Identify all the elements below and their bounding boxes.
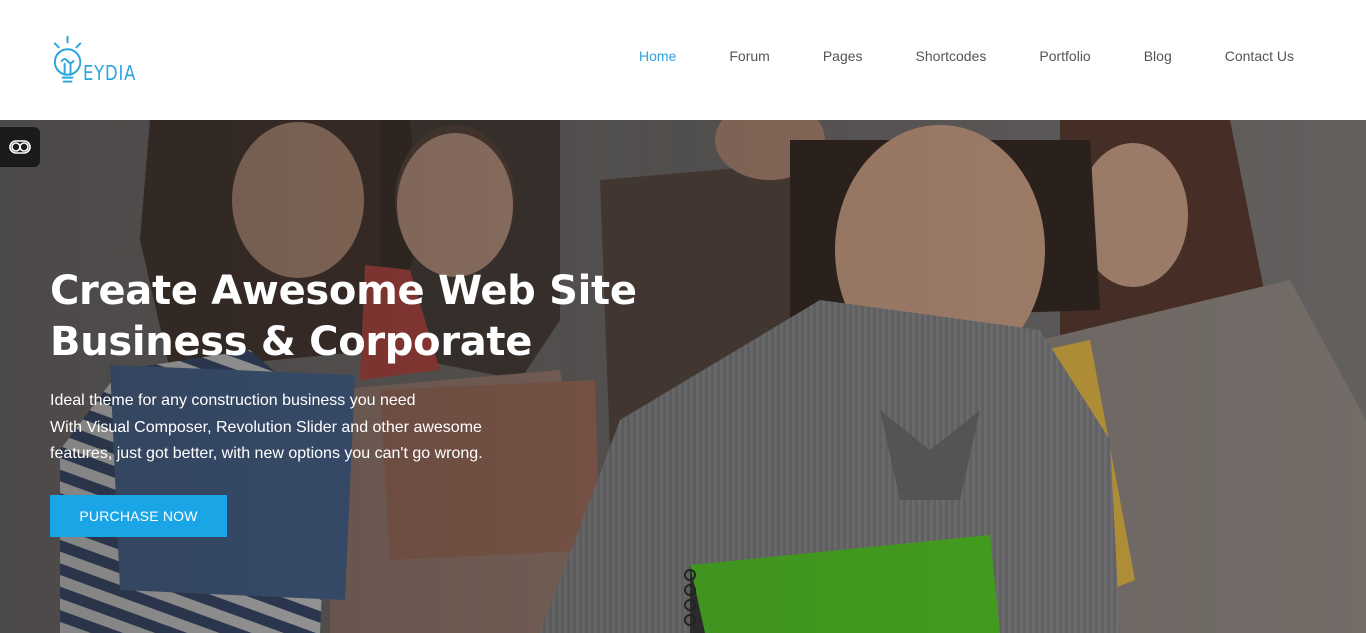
hero-description: Ideal theme for any construction busines… — [50, 388, 637, 468]
hero-content: Create Awesome Web Site Business & Corpo… — [50, 266, 637, 537]
nav-home[interactable]: Home — [639, 48, 676, 64]
hero-title: Create Awesome Web Site Business & Corpo… — [50, 266, 637, 368]
nav-forum[interactable]: Forum — [729, 48, 769, 64]
nav-contact-us[interactable]: Contact Us — [1225, 48, 1294, 64]
nav-shortcodes[interactable]: Shortcodes — [916, 48, 987, 64]
hero-desc-line-2: With Visual Composer, Revolution Slider … — [50, 418, 482, 436]
main-nav: Home Forum Pages Shortcodes Portfolio Bl… — [586, 48, 1294, 64]
site-header: EYDIA Home Forum Pages Shortcodes Portfo… — [0, 0, 1366, 120]
hero-desc-line-3: features, just got better, with new opti… — [50, 445, 483, 462]
hero-desc-line-1: Ideal theme for any construction busines… — [50, 392, 416, 409]
nav-pages[interactable]: Pages — [823, 48, 863, 64]
hero-title-line-1: Create Awesome Web Site — [50, 268, 637, 314]
toggle-icon — [9, 140, 31, 154]
side-toggle-button[interactable] — [0, 127, 40, 167]
logo-text: EYDIA — [83, 61, 137, 85]
nav-blog[interactable]: Blog — [1144, 48, 1172, 64]
purchase-now-button[interactable]: PURCHASE NOW — [50, 494, 227, 537]
nav-portfolio[interactable]: Portfolio — [1039, 48, 1090, 64]
logo[interactable]: EYDIA — [48, 30, 148, 90]
lightbulb-icon — [53, 35, 82, 83]
hero-slider: Create Awesome Web Site Business & Corpo… — [0, 120, 1366, 633]
hero-title-line-2: Business & Corporate — [50, 319, 533, 365]
